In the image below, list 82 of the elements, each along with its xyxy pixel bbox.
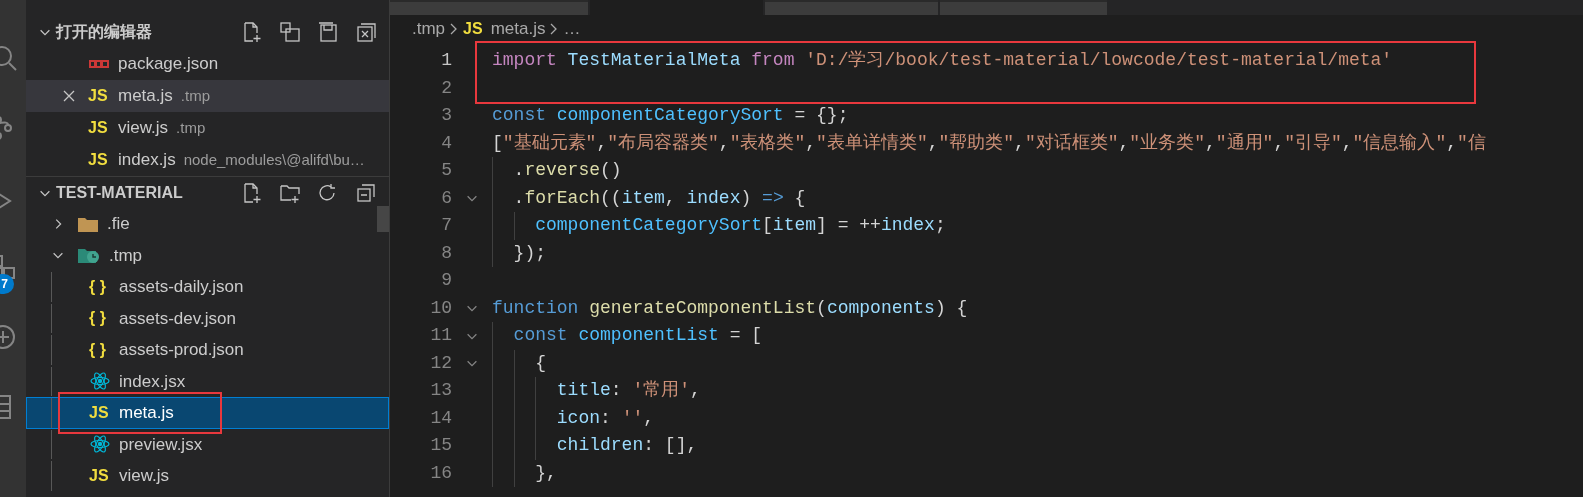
open-editor-item[interactable]: JS meta.js .tmp [26,80,389,112]
npm-icon [88,60,110,68]
js-file-icon: JS [89,400,111,425]
file-name: view.js [118,117,169,140]
open-editor-item[interactable]: package.json [26,48,389,80]
js-file-icon: JS [463,17,483,41]
section-title[interactable]: 打开的编辑器 [56,20,152,44]
code-line: .reverse() [512,159,622,183]
close-icon[interactable] [62,89,76,103]
code-line: const componentCategorySort = {}; [492,104,849,128]
tree-item[interactable]: JS meta.js [26,397,389,429]
line-number: 9 [440,269,452,293]
tree-item[interactable]: { } assets-prod.json [26,334,389,366]
code-line: componentCategorySort[item] = ++index; [534,214,946,238]
tree-item[interactable]: preview.jsx [26,428,389,460]
line-number: 11 [429,324,452,348]
file-path: .tmp [180,85,210,106]
code-line: function generateComponentList(components) { [492,296,968,320]
breadcrumb-item[interactable]: … [563,16,581,42]
line-number: 14 [429,406,452,430]
line-number: 5 [440,159,452,183]
open-editor-item[interactable]: JS index.js node_modules\@alifd\bu… [26,144,389,176]
section-title[interactable]: TEST-MATERIAL [56,180,183,205]
line-number: 7 [440,214,452,238]
scrollbar-thumb[interactable] [377,206,389,232]
tree-item[interactable]: { } assets-dev.json [26,302,389,334]
file-name: meta.js [119,402,174,424]
tree-item[interactable]: index.jsx [26,365,389,397]
js-file-icon: JS [88,116,110,140]
tree-item[interactable]: .tmp [26,239,389,271]
line-number: 16 [429,461,452,485]
breadcrumb-item[interactable]: .tmp [412,16,446,42]
file-name: preview.jsx [119,433,203,456]
file-name: meta.js [118,85,173,108]
folder-icon [77,215,99,232]
line-number: 12 [429,351,452,375]
file-name: .tmp [109,244,143,267]
react-icon [89,434,111,455]
code-line: .forEach((item, index) => { [512,186,806,210]
js-file-icon: JS [88,84,110,108]
line-number: 3 [440,104,452,128]
tree-item[interactable]: { } assets-daily.json [26,271,389,303]
code-line: icon: '', [555,406,655,430]
tree-item[interactable]: .fie [26,208,389,240]
tree-item[interactable]: JS view.js [26,460,389,492]
line-number: 13 [429,379,452,403]
split-windows-icon[interactable] [277,19,303,45]
react-icon [89,371,111,392]
code-line: }, [534,461,557,485]
line-number: 8 [440,241,452,265]
file-name: assets-daily.json [119,276,244,298]
json-file-icon: { } [89,274,111,299]
line-number: 4 [440,131,452,155]
file-name: view.js [119,465,170,487]
notification-badge: 7 [0,274,14,294]
line-number: 1 [440,49,452,73]
json-file-icon: { } [89,337,111,362]
file-name: assets-dev.json [119,307,236,330]
code-line: import TestMaterialMeta from 'D:/学习/book/test-material/lowcode/test-material/meta' [492,49,1393,73]
breadcrumb-item[interactable]: meta.js [490,16,546,42]
code-line: { [534,351,546,375]
file-path: .tmp [176,117,206,138]
code-line: const componentList = [ [512,324,763,348]
line-number: 2 [440,76,452,100]
file-name: index.jsx [119,370,186,393]
file-name: index.js [118,149,176,172]
code-line: }); [512,241,546,265]
file-name: .fie [107,213,130,235]
code-line: children: [], [555,434,698,458]
line-number: 10 [429,296,452,320]
file-name: package.json [118,53,219,76]
open-editor-item[interactable]: JS view.js .tmp [26,112,389,144]
line-number: 6 [440,186,452,210]
file-path: node_modules\@alifd\bu… [183,149,365,170]
folder-clock-icon [77,246,101,265]
js-file-icon: JS [89,463,111,488]
code-line: ["基础元素","布局容器类","表格类","表单详情类","帮助类","对话框类","业务类","通用","引导","信息输入","信 [492,131,1486,155]
file-name: assets-prod.json [119,339,244,361]
js-file-icon: JS [88,148,110,172]
json-file-icon: { } [89,306,111,331]
line-number: 15 [429,434,452,458]
code-line: title: '常用', [555,379,701,403]
